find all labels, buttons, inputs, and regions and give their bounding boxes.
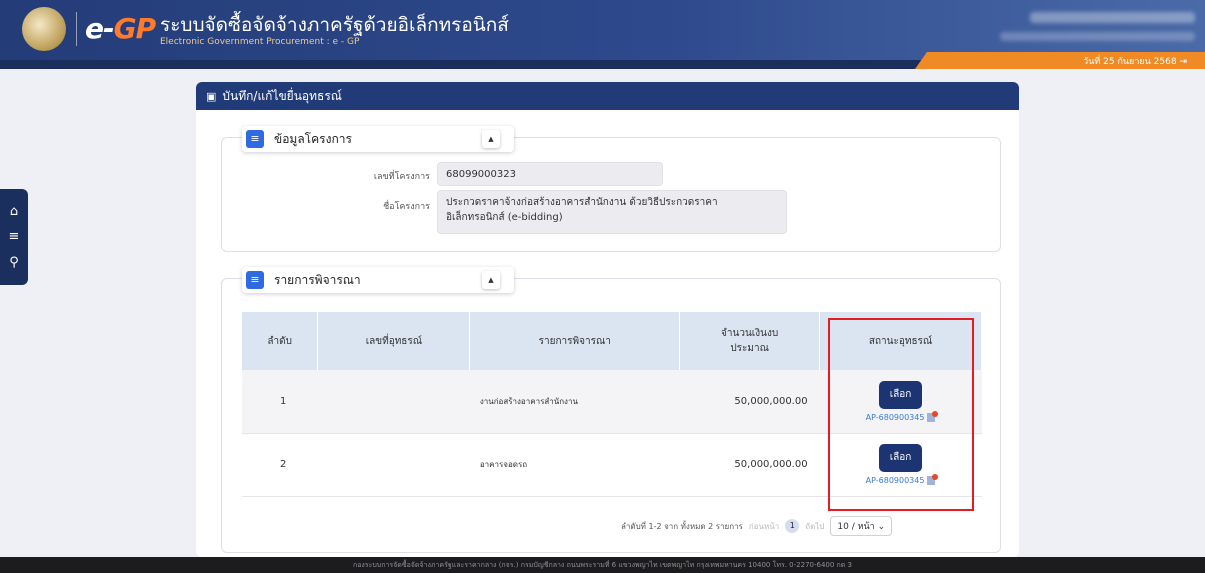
items-table: ลำดับ เลขที่อุทธรณ์ รายการพิจารณา จำนวนเ… [242,312,982,497]
list-icon: ≡ [246,271,264,289]
footer: กองระบบการจัดซื้อจัดจ้างภาครัฐและราคากลา… [0,557,1205,573]
project-no-field[interactable]: 68099000323 [437,162,663,186]
main-panel: ▣ บันทึก/แก้ไขยื่นอุทธรณ์ ≡ ข้อมูลโครงกา… [196,82,1019,557]
egp-logo[interactable]: e-GP [85,12,156,45]
logo-divider [76,12,77,46]
search-icon[interactable]: ⚲ [9,256,19,269]
menu-icon[interactable]: ≡ [9,230,20,243]
page-title: บันทึก/แก้ไขยื่นอุทธรณ์ [222,88,342,103]
attachment-icon[interactable] [927,410,939,422]
logout-icon[interactable]: ⇥ [1179,57,1187,67]
project-name-field[interactable]: ประกวดราคาจ้างก่อสร้างอาคารสำนักงาน ด้วย… [437,190,787,234]
col-header: เลขที่อุทธรณ์ [317,312,471,370]
collapse-caret-icon[interactable]: ▲ [482,271,500,289]
row-status: เลือก AP-680900345 [819,370,982,434]
table-row: 2 อาคารจอดรถ 50,000,000.00 เลือก AP-6809… [242,433,982,497]
next-page-button[interactable]: ถัดไป [805,520,824,533]
row-item: อาคารจอดรถ [469,433,680,497]
col-header: รายการพิจารณา [469,312,681,370]
col-header: สถานะอุทธรณ์ [819,312,982,370]
row-budget: 50,000,000.00 [679,370,820,434]
items-header: ≡ รายการพิจารณา ▲ [242,267,514,293]
col-header: ลำดับ [242,312,319,370]
garuda-emblem-logo [22,7,66,51]
row-appeal-no [317,433,470,497]
row-appeal-no [317,370,470,434]
appeal-link[interactable]: AP-680900345 [820,410,982,422]
project-no-label: เลขที่โครงการ [373,172,430,182]
project-name-label: ชื่อโครงการ [383,202,430,212]
col-header: จำนวนเงินงบประมาณ [679,312,821,370]
home-icon[interactable]: ⌂ [10,205,18,218]
project-info-section: ≡ ข้อมูลโครงการ ▲ เลขที่โครงการ 68099000… [221,126,1001,252]
row-no: 1 [242,370,318,434]
row-budget: 50,000,000.00 [679,433,820,497]
select-button[interactable]: เลือก [879,444,923,472]
panel-header: ▣ บันทึก/แก้ไขยื่นอุทธรณ์ [196,82,1019,110]
current-date[interactable]: วันที่ 25 กันยายน 2568 ⇥ [1083,54,1187,68]
collapse-caret-icon[interactable]: ▲ [482,130,500,148]
row-no: 2 [242,433,318,497]
current-page[interactable]: 1 [785,519,800,533]
top-header: e-GP ระบบจัดซื้อจัดจ้างภาครัฐด้วยอิเล็กท… [0,0,1205,60]
section-title: ข้อมูลโครงการ [274,131,352,146]
document-icon: ▣ [206,89,217,103]
pager-summary: ลำดับที่ 1-2 จาก ทั้งหมด 2 รายการ [621,521,743,531]
table-header-row: ลำดับ เลขที่อุทธรณ์ รายการพิจารณา จำนวนเ… [242,312,982,370]
select-button[interactable]: เลือก [879,380,923,409]
section-title: รายการพิจารณา [274,272,361,287]
row-status: เลือก AP-680900345 [819,433,982,497]
table-row: 1 งานก่อสร้างอาคารสำนักงาน 50,000,000.00… [242,370,982,434]
row-item: งานก่อสร้างอาคารสำนักงาน [469,370,680,434]
attachment-icon[interactable] [927,474,939,485]
project-info-header: ≡ ข้อมูลโครงการ ▲ [242,126,514,152]
chevron-down-icon: ⌄ [877,522,886,532]
side-menu: ⌂ ≡ ⚲ [0,189,28,285]
appeal-link[interactable]: AP-680900345 [820,474,982,485]
user-org-blurred [1000,32,1195,41]
prev-page-button[interactable]: ก่อนหน้า [749,520,779,533]
system-title: ระบบจัดซื้อจัดจ้างภาครัฐด้วยอิเล็กทรอนิก… [160,14,509,36]
list-icon: ≡ [246,130,264,148]
user-name-blurred [1030,12,1195,23]
items-section: ≡ รายการพิจารณา ▲ ลำดับ เลขที่อุทธรณ์ รา… [221,267,1001,553]
pagination: ลำดับที่ 1-2 จาก ทั้งหมด 2 รายการ ก่อนหน… [621,516,893,536]
page-size-select[interactable]: 10 / หน้า ⌄ [830,516,893,536]
system-subtitle: Electronic Government Procurement : e - … [160,37,360,47]
